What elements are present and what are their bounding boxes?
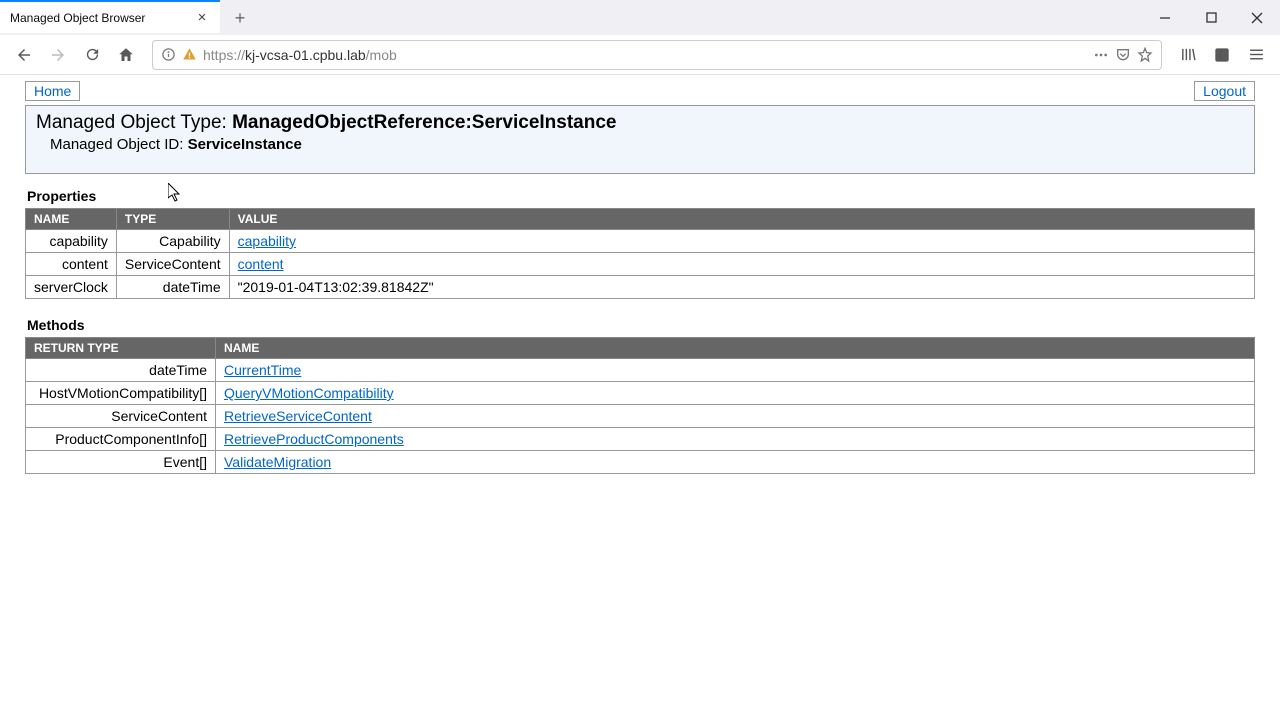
- method-return-type: ServiceContent: [26, 405, 216, 428]
- table-row: capabilityCapabilitycapability: [26, 230, 1255, 253]
- window-controls: [1142, 0, 1280, 35]
- address-bar[interactable]: https://kj-vcsa-01.cpbu.lab/mob: [152, 40, 1162, 70]
- table-row: ServiceContent RetrieveServiceContent: [26, 405, 1255, 428]
- home-link[interactable]: Home: [34, 83, 71, 99]
- prop-type: Capability: [116, 230, 229, 253]
- sidebar-icon[interactable]: [1206, 39, 1238, 71]
- more-dots-icon[interactable]: [1093, 47, 1109, 63]
- methods-table: RETURN TYPE NAME dateTime CurrentTime Host…: [25, 337, 1255, 474]
- library-icon[interactable]: [1172, 39, 1204, 71]
- logout-link-box: Logout: [1194, 81, 1255, 101]
- toolbar-right-icons: [1172, 39, 1272, 71]
- method-return-type: HostVMotionCompatibility[]: [26, 382, 216, 405]
- prop-link[interactable]: capability: [238, 233, 296, 249]
- methods-title: Methods: [27, 317, 1255, 333]
- browser-toolbar: https://kj-vcsa-01.cpbu.lab/mob: [0, 35, 1280, 75]
- hamburger-menu-icon[interactable]: [1240, 39, 1272, 71]
- home-link-box: Home: [25, 81, 80, 101]
- top-links: Home Logout: [25, 81, 1255, 101]
- th-value: VALUE: [229, 209, 1254, 230]
- new-tab-button[interactable]: +: [226, 4, 254, 32]
- table-row: contentServiceContentcontent: [26, 253, 1255, 276]
- lock-warning-icon[interactable]: [182, 47, 197, 62]
- table-row: Event[] ValidateMigration: [26, 451, 1255, 474]
- method-link[interactable]: RetrieveProductComponents: [224, 431, 404, 447]
- method-link[interactable]: CurrentTime: [224, 362, 301, 378]
- object-type: Managed Object Type: ManagedObjectRefere…: [36, 112, 1244, 134]
- reload-button[interactable]: [76, 39, 108, 71]
- method-name-cell: RetrieveServiceContent: [216, 405, 1255, 428]
- method-link[interactable]: RetrieveServiceContent: [224, 408, 372, 424]
- logout-link[interactable]: Logout: [1203, 83, 1246, 99]
- th-type: TYPE: [116, 209, 229, 230]
- method-return-type: Event[]: [26, 451, 216, 474]
- method-name-cell: QueryVMotionCompatibility: [216, 382, 1255, 405]
- prop-type: dateTime: [116, 276, 229, 299]
- method-link[interactable]: QueryVMotionCompatibility: [224, 385, 394, 401]
- close-tab-icon[interactable]: ×: [194, 10, 210, 26]
- prop-name: capability: [26, 230, 117, 253]
- forward-button[interactable]: [42, 39, 74, 71]
- url-text[interactable]: https://kj-vcsa-01.cpbu.lab/mob: [203, 47, 1087, 63]
- back-button[interactable]: [8, 39, 40, 71]
- method-name-cell: CurrentTime: [216, 359, 1255, 382]
- page-content: Home Logout Managed Object Type: Managed…: [0, 75, 1280, 474]
- close-window-button[interactable]: [1234, 0, 1280, 35]
- table-row: ProductComponentInfo[] RetrieveProductCom…: [26, 428, 1255, 451]
- info-icon[interactable]: [161, 47, 176, 62]
- bookmark-star-icon[interactable]: [1137, 47, 1153, 63]
- table-row: HostVMotionCompatibility[] QueryVMotionCo…: [26, 382, 1255, 405]
- pocket-icon[interactable]: [1115, 47, 1131, 63]
- method-return-type: ProductComponentInfo[]: [26, 428, 216, 451]
- object-header: Managed Object Type: ManagedObjectRefere…: [25, 105, 1255, 174]
- prop-value: capability: [229, 230, 1254, 253]
- table-row: dateTime CurrentTime: [26, 359, 1255, 382]
- method-name-cell: ValidateMigration: [216, 451, 1255, 474]
- prop-link[interactable]: content: [238, 256, 284, 272]
- prop-name: serverClock: [26, 276, 117, 299]
- prop-type: ServiceContent: [116, 253, 229, 276]
- maximize-button[interactable]: [1188, 0, 1234, 35]
- method-name-cell: RetrieveProductComponents: [216, 428, 1255, 451]
- prop-value: "2019-01-04T13:02:39.81842Z": [229, 276, 1254, 299]
- browser-tab[interactable]: Managed Object Browser ×: [0, 0, 220, 33]
- object-id: Managed Object ID: ServiceInstance: [36, 136, 1244, 153]
- home-button[interactable]: [110, 39, 142, 71]
- method-link[interactable]: ValidateMigration: [224, 454, 331, 470]
- browser-titlebar: Managed Object Browser × +: [0, 0, 1280, 35]
- prop-name: content: [26, 253, 117, 276]
- table-row: serverClockdateTime"2019-01-04T13:02:39.…: [26, 276, 1255, 299]
- th-return-type: RETURN TYPE: [26, 338, 216, 359]
- tab-title: Managed Object Browser: [10, 11, 194, 25]
- properties-title: Properties: [27, 188, 1255, 204]
- method-return-type: dateTime: [26, 359, 216, 382]
- th-method-name: NAME: [216, 338, 1255, 359]
- properties-table: NAME TYPE VALUE capabilityCapabilitycapa…: [25, 208, 1255, 299]
- th-name: NAME: [26, 209, 117, 230]
- prop-value: content: [229, 253, 1254, 276]
- minimize-button[interactable]: [1142, 0, 1188, 35]
